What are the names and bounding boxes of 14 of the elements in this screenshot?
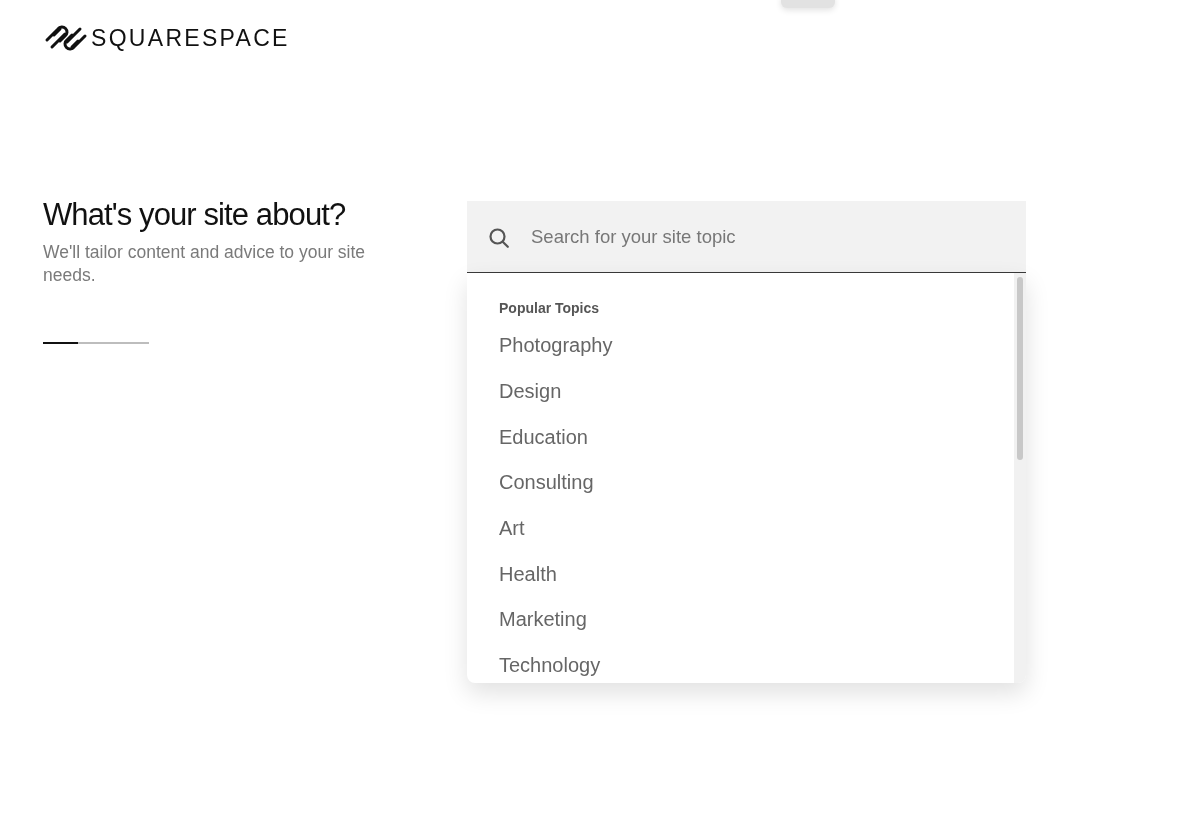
topic-option[interactable]: Design xyxy=(499,368,562,415)
topic-option[interactable]: Technology xyxy=(499,642,601,683)
search-icon xyxy=(489,228,509,248)
scrollbar[interactable] xyxy=(1014,273,1026,683)
topic-option[interactable]: Art xyxy=(499,505,525,552)
topic-option[interactable]: Photography xyxy=(499,323,613,369)
topic-option[interactable]: Education xyxy=(499,414,588,461)
logo-wordmark: SQUARESPACE xyxy=(91,25,290,51)
search-field[interactable]: Search for your site topic xyxy=(467,201,1026,273)
topic-option[interactable]: Marketing xyxy=(499,597,587,643)
topic-option[interactable]: Health xyxy=(499,551,557,598)
topic-option[interactable]: Consulting xyxy=(499,460,594,506)
page-subheading: We'll tailor content and advice to your site needs. xyxy=(43,241,367,287)
section-label: Popular Topics xyxy=(499,299,600,317)
